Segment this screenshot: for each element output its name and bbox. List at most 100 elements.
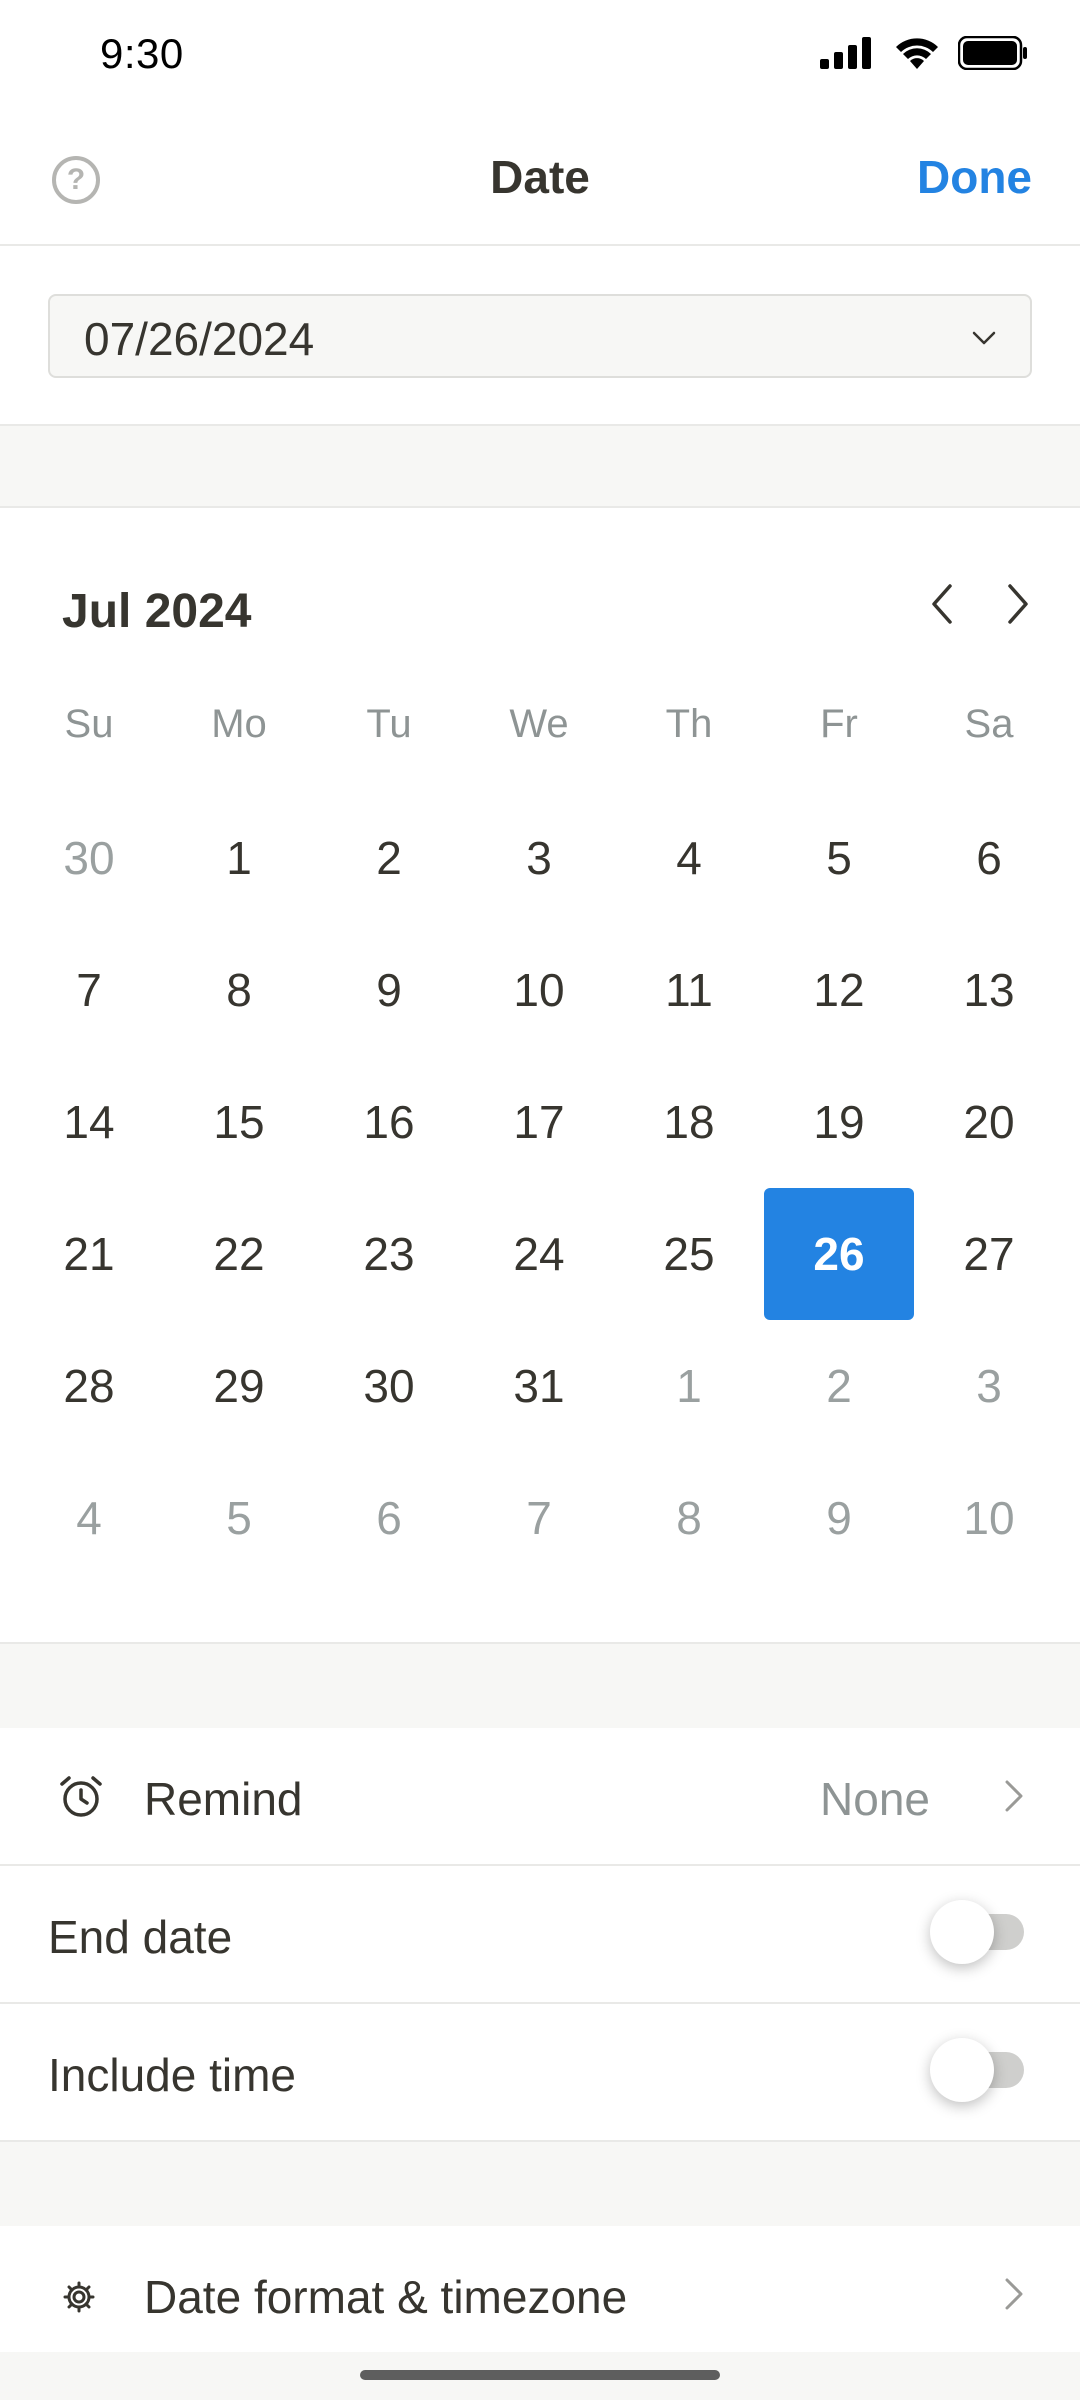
calendar-day[interactable]: 2 <box>314 792 464 924</box>
calendar-day[interactable]: 19 <box>764 1056 914 1188</box>
section-divider <box>0 1642 1080 1730</box>
done-button[interactable]: Done <box>917 150 1032 204</box>
weekday-header-row: Su Mo Tu We Th Fr Sa <box>14 660 1066 792</box>
calendar-day-number: 30 <box>63 832 115 884</box>
remind-row[interactable]: Remind None <box>0 1728 1080 1866</box>
calendar-day-number: 7 <box>76 964 102 1016</box>
calendar-day-number: 8 <box>676 1492 702 1544</box>
calendar-day[interactable]: 14 <box>14 1056 164 1188</box>
calendar-day[interactable]: 4 <box>614 792 764 924</box>
calendar-day-number: 5 <box>226 1492 252 1544</box>
calendar-day-number: 9 <box>376 964 402 1016</box>
chevron-right-icon <box>1002 2274 1026 2319</box>
chevron-right-icon <box>1002 1776 1026 1821</box>
calendar-week-row: 30 1 2 3 4 5 6 <box>14 792 1066 924</box>
calendar-day[interactable]: 18 <box>614 1056 764 1188</box>
calendar-day-number: 15 <box>213 1096 265 1148</box>
calendar-day-number: 2 <box>376 832 402 884</box>
calendar-day[interactable]: 28 <box>14 1320 164 1452</box>
previous-month-button[interactable] <box>912 574 972 634</box>
status-time: 9:30 <box>100 30 184 77</box>
date-input-value: 07/26/2024 <box>84 313 315 365</box>
calendar-day-number: 27 <box>963 1228 1015 1280</box>
weekday-label: Mo <box>211 702 267 746</box>
calendar-day[interactable]: 5 <box>164 1452 314 1584</box>
weekday-label: Su <box>64 702 114 746</box>
calendar-day[interactable]: 6 <box>914 792 1064 924</box>
calendar-day[interactable]: 20 <box>914 1056 1064 1188</box>
section-divider <box>0 2140 1080 2228</box>
calendar-day-number: 17 <box>513 1096 565 1148</box>
calendar-week-row: 14 15 16 17 18 19 20 <box>14 1056 1066 1188</box>
calendar-day[interactable]: 8 <box>164 924 314 1056</box>
header: ? Date Done <box>0 112 1080 246</box>
include-time-toggle[interactable] <box>930 2038 1024 2102</box>
calendar-day[interactable]: 15 <box>164 1056 314 1188</box>
toggle-knob <box>930 1900 994 1964</box>
calendar-day-number: 14 <box>63 1096 115 1148</box>
calendar-day[interactable]: 9 <box>314 924 464 1056</box>
calendar-day-number: 18 <box>663 1096 715 1148</box>
calendar-day[interactable]: 30 <box>14 792 164 924</box>
calendar-day[interactable]: 7 <box>14 924 164 1056</box>
toggle-knob <box>930 2038 994 2102</box>
chevron-left-icon <box>932 584 952 624</box>
chevron-down-icon[interactable] <box>968 322 1000 359</box>
chevron-right-icon <box>1008 584 1028 624</box>
next-month-button[interactable] <box>988 574 1048 634</box>
calendar-day[interactable]: 31 <box>464 1320 614 1452</box>
status-bar: 9:30 <box>0 0 1080 110</box>
calendar-day[interactable]: 30 <box>314 1320 464 1452</box>
weekday-label: Sa <box>964 702 1014 746</box>
calendar-week-row: 7 8 9 10 11 12 13 <box>14 924 1066 1056</box>
calendar-day[interactable]: 10 <box>914 1452 1064 1584</box>
date-input-field[interactable]: 07/26/2024 <box>48 294 1032 378</box>
calendar-day[interactable]: 23 <box>314 1188 464 1320</box>
calendar-day-number: 3 <box>526 832 552 884</box>
calendar-day[interactable]: 3 <box>914 1320 1064 1452</box>
calendar-grid: Su Mo Tu We Th Fr Sa 30 1 2 3 4 5 6 7 8 9 10 11 12 13 14 15 16… <box>14 660 1066 1584</box>
calendar-day[interactable]: 10 <box>464 924 614 1056</box>
calendar-day[interactable]: 3 <box>464 792 614 924</box>
calendar-day[interactable]: 29 <box>164 1320 314 1452</box>
calendar-day[interactable]: 1 <box>164 792 314 924</box>
date-format-row[interactable]: Date format & timezone <box>0 2226 1080 2364</box>
signal-icon <box>820 37 876 74</box>
calendar-day[interactable]: 9 <box>764 1452 914 1584</box>
calendar-day[interactable]: 6 <box>314 1452 464 1584</box>
calendar-day-number: 3 <box>976 1360 1002 1412</box>
calendar-day-number: 26 <box>813 1228 865 1280</box>
calendar-day[interactable]: 12 <box>764 924 914 1056</box>
calendar-day[interactable]: 2 <box>764 1320 914 1452</box>
calendar-day-number: 2 <box>826 1360 852 1412</box>
calendar-day[interactable]: 11 <box>614 924 764 1056</box>
calendar-day[interactable]: 22 <box>164 1188 314 1320</box>
calendar-day-number: 4 <box>676 832 702 884</box>
weekday-label: Tu <box>366 702 412 746</box>
end-date-toggle[interactable] <box>930 1900 1024 1964</box>
calendar-day[interactable]: 8 <box>614 1452 764 1584</box>
date-input-section: 07/26/2024 <box>0 246 1080 426</box>
calendar-day[interactable]: 21 <box>14 1188 164 1320</box>
calendar-day-selected[interactable]: 26 <box>764 1188 914 1320</box>
calendar-day[interactable]: 7 <box>464 1452 614 1584</box>
home-indicator[interactable] <box>360 2370 720 2380</box>
calendar-day[interactable]: 17 <box>464 1056 614 1188</box>
calendar-day[interactable]: 13 <box>914 924 1064 1056</box>
calendar-day-number: 4 <box>76 1492 102 1544</box>
calendar-day[interactable]: 5 <box>764 792 914 924</box>
calendar-day[interactable]: 24 <box>464 1188 614 1320</box>
section-divider <box>0 424 1080 508</box>
calendar-day-number: 28 <box>63 1360 115 1412</box>
calendar-day[interactable]: 27 <box>914 1188 1064 1320</box>
calendar-day[interactable]: 16 <box>314 1056 464 1188</box>
calendar-day[interactable]: 1 <box>614 1320 764 1452</box>
calendar-day-number: 20 <box>963 1096 1015 1148</box>
calendar-day-number: 5 <box>826 832 852 884</box>
calendar-week-row: 21 22 23 24 25 26 27 <box>14 1188 1066 1320</box>
calendar-day[interactable]: 4 <box>14 1452 164 1584</box>
calendar-day-number: 13 <box>963 964 1015 1016</box>
battery-icon <box>957 35 1028 75</box>
calendar-day-number: 12 <box>813 964 865 1016</box>
calendar-day[interactable]: 25 <box>614 1188 764 1320</box>
